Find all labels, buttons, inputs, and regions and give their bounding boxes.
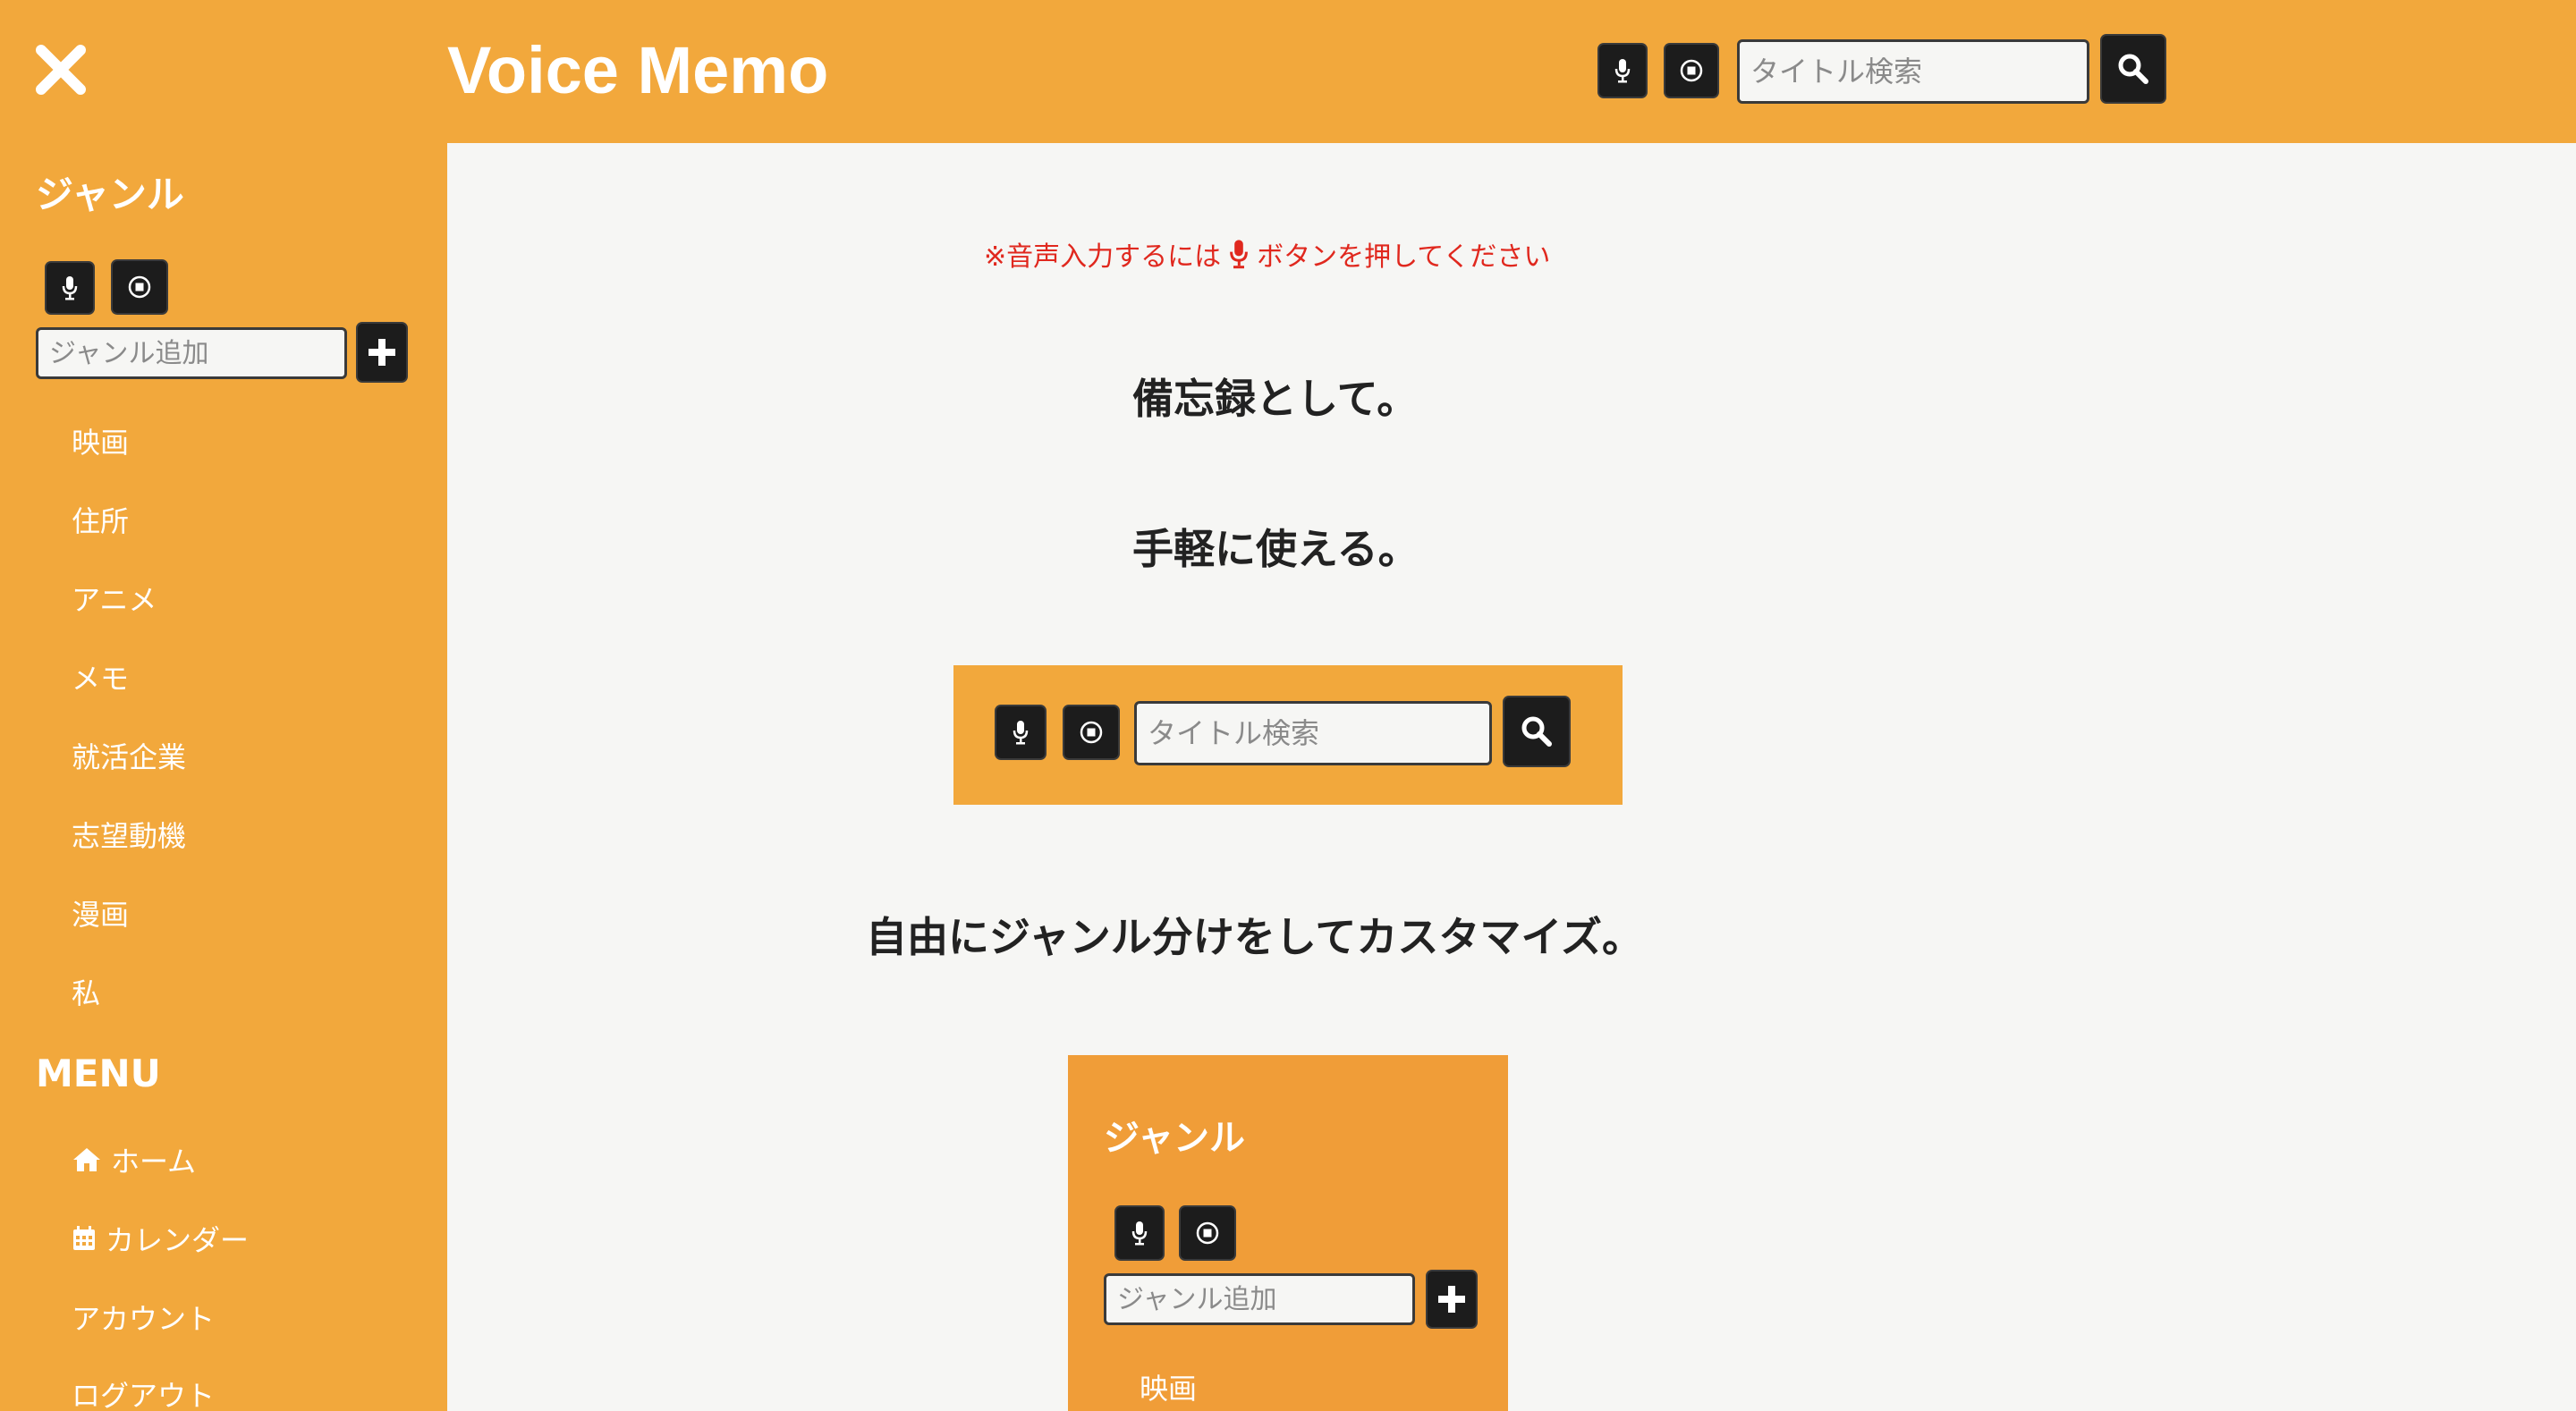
menu-item-label: アカウント — [72, 1302, 216, 1336]
genre-item[interactable]: 映画 — [72, 420, 129, 461]
genre-item[interactable]: 漫画 — [72, 892, 129, 934]
microphone-icon — [1131, 1221, 1148, 1246]
genre-label: 住所 — [72, 504, 130, 538]
genre-item[interactable]: 志望動機 — [72, 814, 186, 855]
voice-input-button[interactable] — [1599, 45, 1646, 97]
search-bar-preview — [953, 665, 1623, 805]
genre-label: アニメ — [72, 583, 157, 617]
notice-prefix: ※音声入力するには — [984, 241, 1222, 273]
calendar-icon — [73, 1226, 95, 1250]
search-icon — [2118, 54, 2148, 84]
voice-input-notice: ※音声入力するには ボタンを押してください — [984, 234, 1550, 274]
genre-item[interactable]: 就活企業 — [72, 735, 186, 776]
genre-title: ジャンル — [36, 173, 184, 216]
genre-voice-input-button[interactable] — [47, 263, 93, 313]
preview-genre-stop-button — [1181, 1207, 1234, 1259]
preview-genre-add-input — [1104, 1273, 1415, 1325]
add-genre-button[interactable] — [358, 324, 406, 381]
preview-genre-title: ジャンル — [1104, 1118, 1245, 1159]
sidebar: ジャンル 映画 住所 アニメ メモ 就活企業 志望動機 漫画 私 MENU ホー… — [0, 0, 447, 1411]
genre-item[interactable]: アニメ — [72, 578, 157, 619]
preview-genre-voice-button — [1116, 1207, 1163, 1259]
close-icon — [36, 45, 86, 95]
headline-customize: 自由にジャンル分けをしてカスタマイズ。 — [866, 913, 1643, 961]
plus-icon — [1438, 1286, 1465, 1313]
plus-icon — [369, 339, 395, 366]
genre-label: 漫画 — [72, 898, 130, 932]
menu-item-home[interactable]: ホーム — [72, 1139, 196, 1180]
preview-genre-item: 映画 — [1140, 1372, 1198, 1406]
genre-add-input[interactable] — [36, 327, 347, 379]
menu-item-label: カレンダー — [106, 1223, 250, 1257]
genre-stop-recording-button[interactable] — [113, 261, 166, 313]
headline-easy: 手軽に使える。 — [1132, 525, 1419, 573]
stop-recording-button[interactable] — [1665, 45, 1717, 97]
menu-item-calendar[interactable]: カレンダー — [72, 1218, 249, 1259]
genre-label: メモ — [72, 662, 130, 696]
search-button[interactable] — [2102, 36, 2165, 102]
menu-item-account[interactable]: アカウント — [72, 1297, 215, 1338]
preview-search-button — [1504, 697, 1569, 765]
home-icon — [73, 1148, 100, 1171]
genre-panel-preview: ジャンル 映画 — [1068, 1055, 1508, 1411]
menu-item-label: ホーム — [111, 1145, 197, 1179]
genre-item[interactable]: 住所 — [72, 499, 129, 540]
notice-suffix: ボタンを押してください — [1257, 241, 1551, 273]
microphone-icon — [1230, 240, 1249, 269]
preview-add-genre-button — [1428, 1272, 1476, 1327]
close-sidebar-button[interactable] — [32, 41, 89, 98]
genre-item[interactable]: 私 — [72, 971, 100, 1012]
genre-item[interactable]: メモ — [72, 656, 129, 697]
preview-stop-recording-button — [1064, 706, 1118, 758]
search-icon — [1521, 716, 1552, 747]
preview-search-input — [1134, 701, 1492, 765]
stop-icon — [1680, 59, 1703, 82]
stop-icon — [1196, 1221, 1219, 1245]
genre-label: 就活企業 — [72, 740, 187, 774]
preview-voice-input-button — [996, 706, 1045, 758]
title-search-input[interactable] — [1737, 39, 2089, 104]
stop-icon — [128, 275, 151, 299]
microphone-icon — [1013, 721, 1029, 745]
microphone-icon — [1614, 59, 1631, 83]
genre-label: 志望動機 — [72, 819, 187, 853]
app-title: Voice Memo — [447, 33, 829, 107]
menu-item-logout[interactable]: ログアウト — [72, 1373, 215, 1411]
headline-memo: 備忘録として。 — [1132, 375, 1419, 423]
genre-label: 映画 — [72, 426, 130, 460]
menu-title: MENU — [36, 1052, 161, 1095]
microphone-icon — [62, 276, 78, 300]
genre-label: 私 — [72, 976, 101, 1010]
menu-item-label: ログアウト — [72, 1379, 216, 1411]
stop-icon — [1080, 721, 1103, 744]
